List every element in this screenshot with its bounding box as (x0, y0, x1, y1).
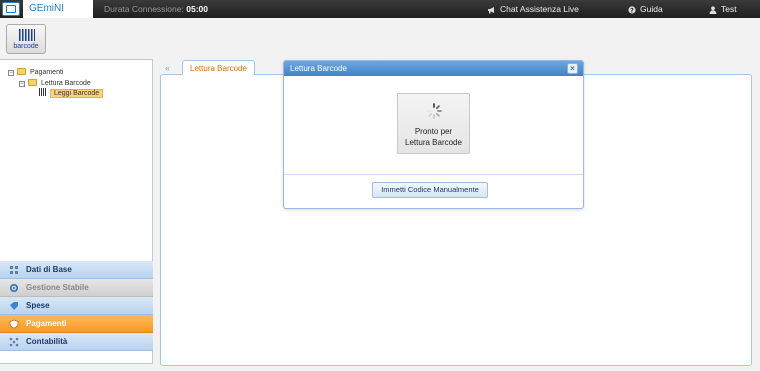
tree-label-pagamenti: Pagamenti (30, 69, 64, 76)
gear-icon (9, 283, 19, 293)
guide-link[interactable]: ? Guida (628, 0, 663, 18)
dialog-title: Lettura Barcode (284, 61, 583, 76)
accordion-label: Pagamenti (26, 319, 67, 328)
accordion-label: Gestione Stabile (26, 283, 89, 292)
scan-status-line-2: Lettura Barcode (405, 138, 462, 147)
barcode-dialog: Lettura Barcode × Pronto per Lettura Bar… (283, 60, 584, 209)
tab-lettura-barcode[interactable]: Lettura Barcode (182, 60, 255, 75)
tree-node-leggi-barcode[interactable]: Leggi Barcode (39, 88, 104, 99)
collapse-icon[interactable]: − (19, 81, 25, 87)
collapse-icon[interactable]: − (8, 70, 14, 76)
grid-icon (10, 266, 18, 274)
top-bar: GEmiNI Durata Connessione: 05:00 Chat As… (0, 0, 760, 18)
accordion-spese[interactable]: Spese (0, 297, 153, 315)
accordion-gestione-stabile[interactable]: Gestione Stabile (0, 279, 153, 297)
tree-label-lettura-barcode: Lettura Barcode (41, 80, 91, 87)
folder-icon (28, 79, 37, 86)
tree-label-leggi-barcode: Leggi Barcode (50, 89, 104, 98)
app-name: GEmiNI (23, 0, 93, 18)
tag-icon (10, 302, 18, 310)
connection-duration: Durata Connessione: 05:00 (104, 0, 208, 18)
folder-icon (17, 68, 26, 75)
accordion-label: Dati di Base (26, 265, 72, 274)
app-logo-icon (2, 2, 20, 16)
accordion-label: Contabilità (26, 337, 68, 346)
user-label: Test (721, 4, 737, 14)
guide-label: Guida (640, 4, 663, 14)
barcode-button-label: barcode (13, 43, 39, 50)
loading-spinner-icon (426, 103, 442, 119)
help-icon: ? (628, 6, 636, 14)
chat-label: Chat Assistenza Live (500, 4, 579, 14)
accordion-label: Spese (26, 301, 50, 310)
close-icon[interactable]: × (567, 63, 578, 74)
tree-node-pagamenti[interactable]: − Pagamenti (8, 67, 63, 78)
scan-status-line-1: Pronto per (414, 127, 453, 136)
accordion-pagamenti[interactable]: Pagamenti (0, 315, 153, 333)
barcode-icon (19, 29, 35, 41)
barcode-icon (39, 88, 47, 96)
connection-time: 05:00 (186, 4, 208, 14)
user-icon (709, 6, 717, 14)
barcode-button[interactable]: barcode (6, 24, 46, 54)
nodes-icon (9, 337, 19, 347)
chat-link[interactable]: Chat Assistenza Live (487, 0, 579, 18)
accordion-dati-di-base[interactable]: Dati di Base (0, 261, 153, 279)
shield-icon (9, 319, 19, 329)
dialog-divider (284, 174, 583, 175)
svg-text:?: ? (630, 7, 634, 14)
user-menu[interactable]: Test (709, 0, 737, 18)
connection-label: Durata Connessione: (104, 4, 184, 14)
collapse-sidebar-icon[interactable]: « (165, 63, 170, 73)
accordion-contabilita[interactable]: Contabilità (0, 333, 153, 351)
manual-entry-button[interactable]: Immetti Codice Manualmente (372, 182, 488, 198)
megaphone-icon (488, 7, 494, 14)
scan-status-box: Pronto per Lettura Barcode (397, 93, 470, 154)
